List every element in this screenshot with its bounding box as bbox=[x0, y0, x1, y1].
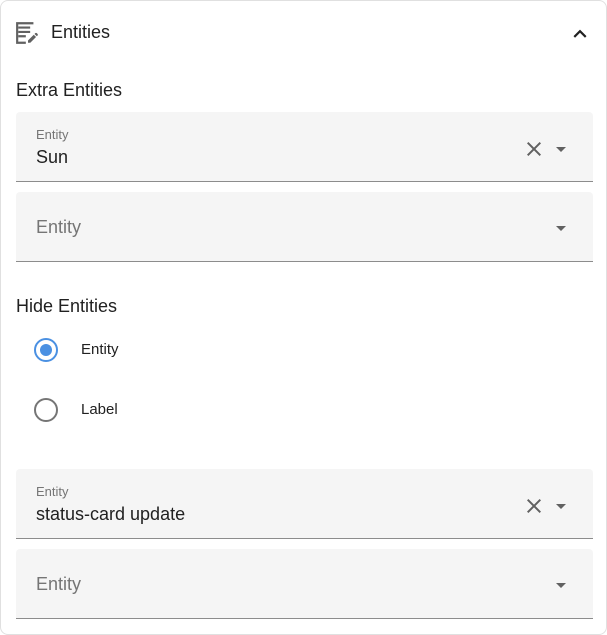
entity-field-label: Entity bbox=[36, 484, 69, 499]
dropdown-arrow-icon[interactable] bbox=[549, 494, 573, 518]
entity-field-value: status-card update bbox=[36, 504, 186, 524]
entity-field-value: Sun bbox=[36, 147, 69, 167]
entities-panel: Entities Extra Entities Entity Sun Entit… bbox=[0, 0, 607, 635]
dropdown-arrow-icon[interactable] bbox=[549, 137, 573, 161]
panel-title: Entities bbox=[51, 22, 111, 42]
entity-field-label: Entity bbox=[36, 127, 69, 142]
extra-entities-title: Extra Entities bbox=[16, 80, 123, 100]
chevron-up-icon[interactable] bbox=[567, 21, 593, 47]
radio-label-option[interactable]: Label bbox=[31, 391, 331, 427]
hide-entities-title: Hide Entities bbox=[16, 296, 118, 316]
hide-entity-field-1[interactable]: Entity status-card update bbox=[16, 469, 593, 539]
entity-field-placeholder: Entity bbox=[36, 574, 82, 594]
extra-entity-field-2[interactable]: Entity bbox=[16, 192, 593, 262]
panel-header[interactable]: Entities bbox=[1, 1, 606, 63]
close-icon[interactable] bbox=[522, 137, 546, 161]
radio-label: Label bbox=[81, 401, 118, 418]
dropdown-arrow-icon[interactable] bbox=[549, 216, 573, 240]
hide-entity-field-2[interactable]: Entity bbox=[16, 549, 593, 619]
radio-selected-icon[interactable] bbox=[33, 337, 59, 363]
close-icon[interactable] bbox=[522, 494, 546, 518]
edit-note-icon bbox=[15, 20, 41, 46]
extra-entity-field-1[interactable]: Entity Sun bbox=[16, 112, 593, 182]
radio-entity[interactable]: Entity bbox=[31, 331, 331, 367]
dropdown-arrow-icon[interactable] bbox=[549, 573, 573, 597]
radio-unselected-icon[interactable] bbox=[33, 397, 59, 423]
entity-field-placeholder: Entity bbox=[36, 217, 82, 237]
radio-label: Entity bbox=[81, 341, 119, 358]
